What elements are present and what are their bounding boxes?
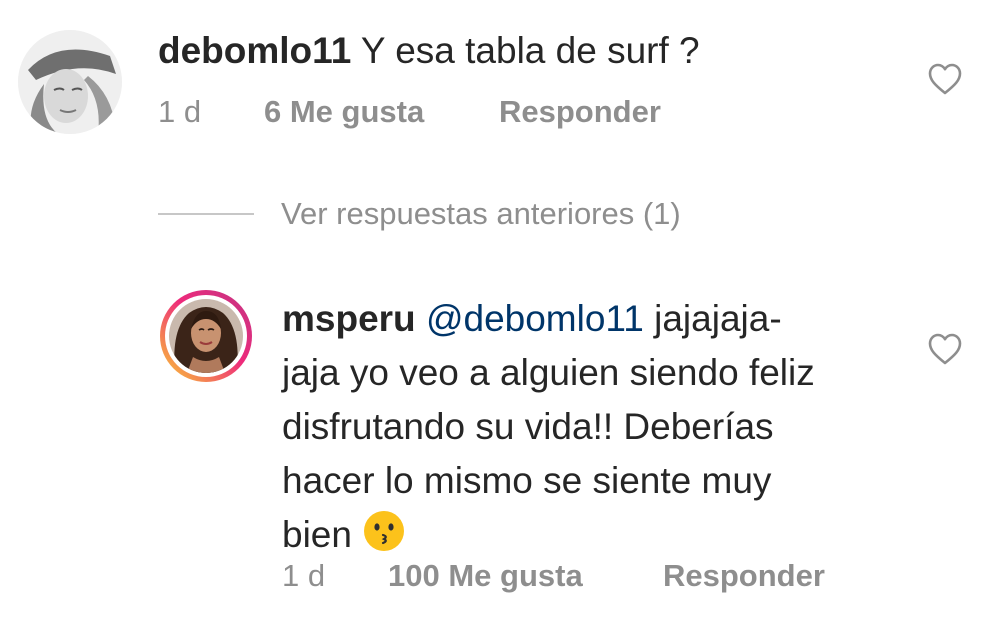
mention-link[interactable]: @debomlo11 — [426, 298, 644, 339]
comment-text-1: debomlo11 Y esa tabla de surf ? — [158, 28, 700, 74]
comment-body-line-1: jajajaja- — [654, 298, 782, 339]
avatar-msperu[interactable] — [160, 290, 252, 382]
avatar-debomlo11[interactable] — [18, 30, 122, 134]
heart-outline-icon[interactable] — [927, 62, 963, 96]
reply-button[interactable]: Responder — [663, 558, 825, 594]
comment-likes-count[interactable]: 100 Me gusta — [388, 558, 583, 594]
comment-body-line-4: hacer lo mismo se siente muy — [282, 460, 772, 501]
comment-username[interactable]: msperu — [282, 298, 416, 339]
comment-username[interactable]: debomlo11 — [158, 30, 351, 71]
comment-text-2: msperu @debomlo11 jajajaja- jaja yo veo … — [282, 292, 902, 562]
replies-divider — [158, 213, 254, 215]
comment-time: 1 d — [158, 94, 202, 129]
heart-outline-icon[interactable] — [927, 332, 963, 366]
kissing-face-emoji-icon — [362, 509, 406, 553]
comment-body-line-5: bien — [282, 514, 352, 555]
comment-body-line-2: jaja yo veo a alguien siendo feliz — [282, 352, 815, 393]
comment-body-line-3: disfrutando su vida!! Deberías — [282, 406, 774, 447]
comment-body: Y esa tabla de surf ? — [360, 30, 700, 71]
reply-button[interactable]: Responder — [499, 94, 661, 130]
view-earlier-replies-button[interactable]: Ver respuestas anteriores (1) — [281, 196, 681, 232]
comment-time: 1 d — [282, 558, 326, 593]
comment-likes-count[interactable]: 6 Me gusta — [264, 94, 424, 130]
avatar-photo — [169, 299, 243, 373]
avatar-photo — [18, 30, 122, 134]
